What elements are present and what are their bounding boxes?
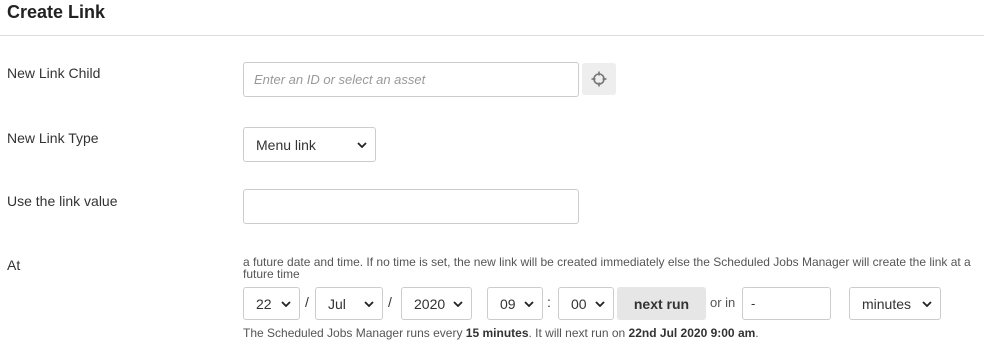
- chevron-down-icon: [595, 300, 605, 307]
- chevron-down-icon: [453, 300, 463, 307]
- month-select[interactable]: Jul: [315, 287, 383, 320]
- link-value-label: Use the link value: [7, 193, 118, 209]
- asset-picker-button[interactable]: [582, 63, 616, 95]
- scheduled-jobs-note: The Scheduled Jobs Manager runs every 15…: [243, 326, 759, 340]
- or-in-input[interactable]: [742, 287, 831, 320]
- chevron-down-icon: [922, 300, 932, 307]
- or-in-label: or in: [710, 295, 736, 310]
- date-separator: /: [388, 294, 392, 310]
- new-link-child-input[interactable]: [243, 62, 579, 97]
- create-link-page: Create Link New Link Child New Link Type…: [0, 0, 984, 346]
- crosshair-icon: [591, 71, 607, 87]
- note-middle: . It will next run on: [528, 326, 629, 340]
- time-separator: :: [547, 294, 551, 310]
- year-select[interactable]: 2020: [401, 287, 472, 320]
- next-run-button[interactable]: next run: [617, 287, 706, 320]
- time-unit-selected: minutes: [862, 295, 912, 312]
- at-label: At: [7, 257, 21, 273]
- minute-select[interactable]: 00: [558, 287, 614, 320]
- new-link-child-label: New Link Child: [7, 65, 101, 81]
- page-title: Create Link: [7, 2, 106, 22]
- hour-selected: 09: [500, 295, 516, 312]
- note-suffix: .: [755, 326, 759, 340]
- note-interval: 15 minutes: [465, 326, 529, 340]
- note-next-time: 22nd Jul 2020 9:00 am: [628, 326, 756, 340]
- link-type-select[interactable]: Menu link: [243, 127, 376, 162]
- link-type-selected: Menu link: [256, 136, 316, 153]
- day-selected: 22: [256, 295, 272, 312]
- year-selected: 2020: [414, 295, 446, 312]
- schedule-help-text: a future date and time. If no time is se…: [243, 255, 971, 281]
- minute-selected: 00: [571, 295, 587, 312]
- chevron-down-icon: [524, 300, 534, 307]
- hour-select[interactable]: 09: [487, 287, 543, 320]
- date-separator: /: [305, 294, 309, 310]
- chevron-down-icon: [281, 300, 291, 307]
- day-select[interactable]: 22: [243, 287, 300, 320]
- new-link-type-label: New Link Type: [7, 130, 99, 146]
- note-prefix: The Scheduled Jobs Manager runs every: [243, 326, 466, 340]
- time-unit-select[interactable]: minutes: [849, 287, 941, 320]
- link-value-input[interactable]: [243, 189, 579, 224]
- chevron-down-icon: [357, 141, 367, 148]
- title-divider: [0, 35, 984, 36]
- month-selected: Jul: [328, 295, 346, 312]
- chevron-down-icon: [364, 300, 374, 307]
